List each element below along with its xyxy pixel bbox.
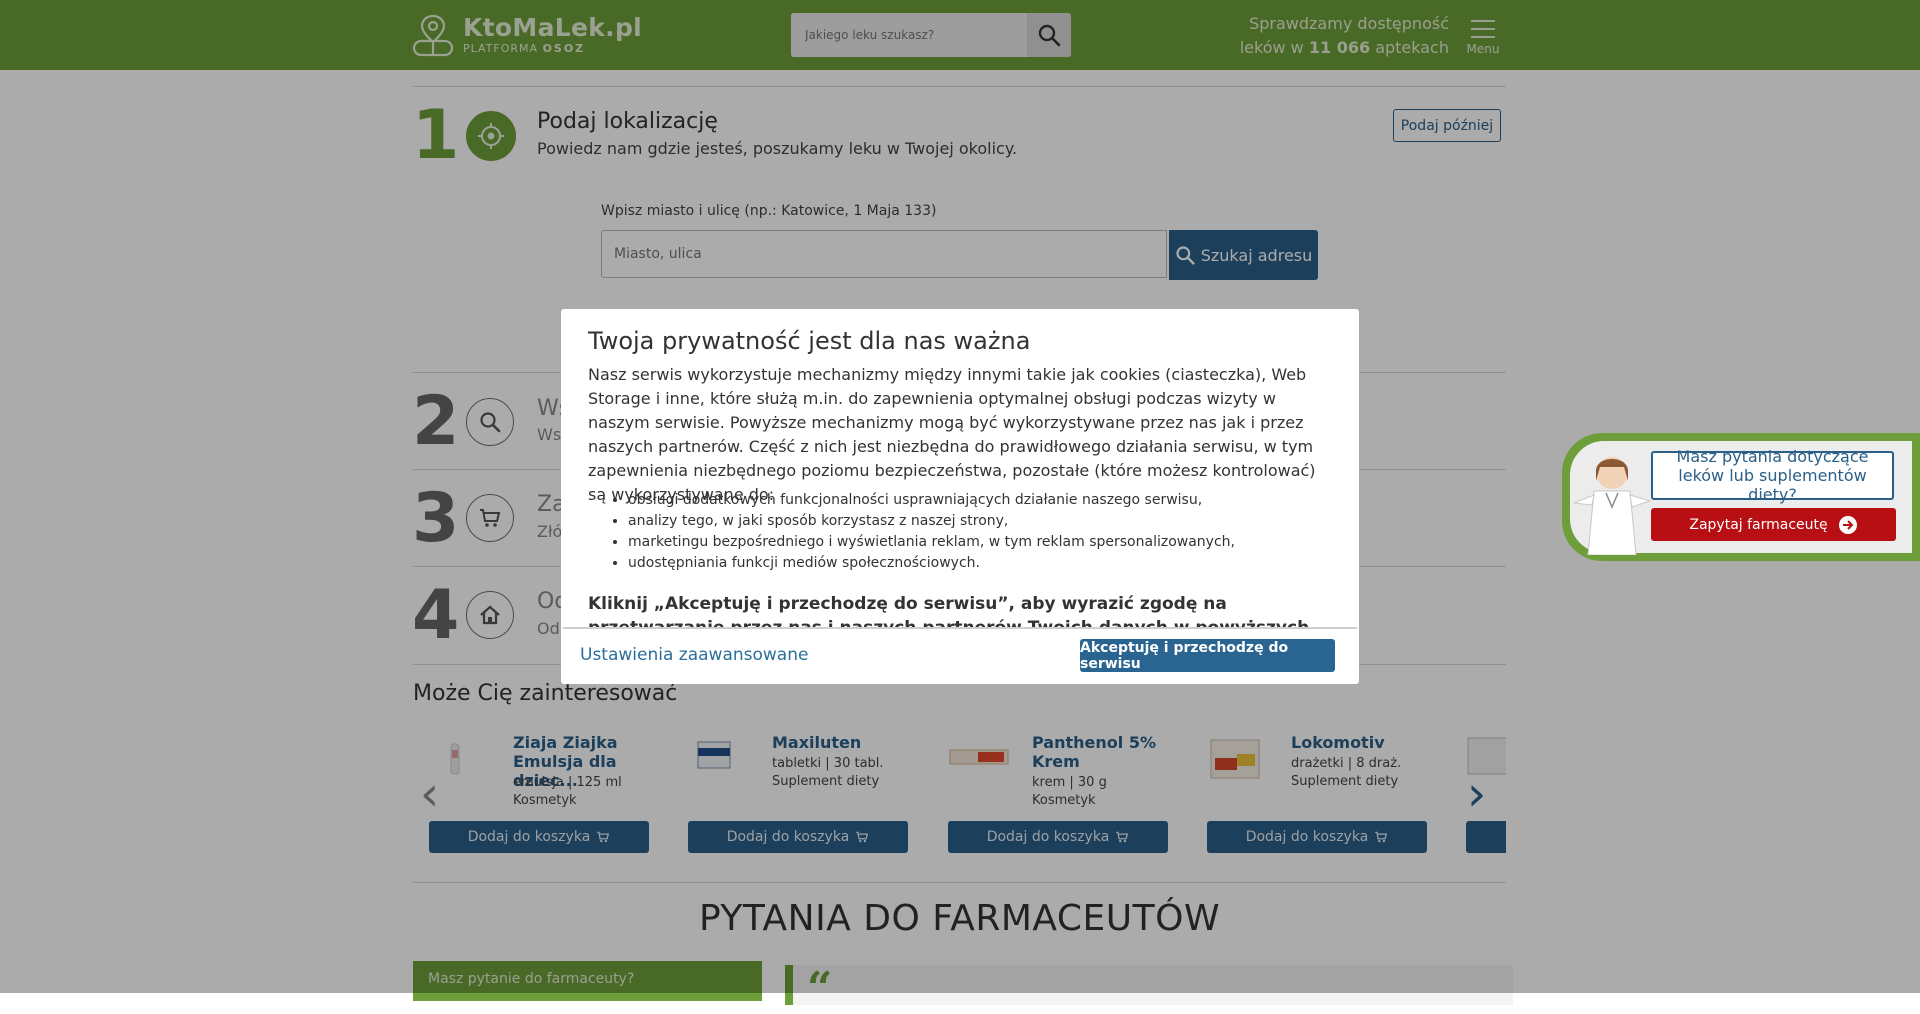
consent-purposes-list: obsługi dodatkowych funkcjonalności uspr… bbox=[588, 490, 1328, 574]
list-item: marketingu bezpośredniego i wyświetlania… bbox=[628, 532, 1328, 553]
modal-body-text: Nasz serwis wykorzystuje mechanizmy międ… bbox=[588, 365, 1316, 504]
ask-pharmacist-label: Zapytaj farmaceutę bbox=[1689, 516, 1828, 533]
widget-question[interactable]: Masz pytania dotyczące leków lub supleme… bbox=[1651, 447, 1894, 504]
modal-divider bbox=[563, 627, 1357, 629]
list-item: udostępniania funkcji mediów społecznośc… bbox=[628, 553, 1328, 574]
ask-pharmacist-button[interactable]: Zapytaj farmaceutę bbox=[1651, 508, 1896, 541]
accept-consent-button[interactable]: Akceptuję i przechodzę do serwisu bbox=[1080, 639, 1335, 672]
privacy-consent-modal: Twoja prywatność jest dla nas ważna Nasz… bbox=[561, 309, 1359, 684]
consent-instruction: Kliknij „Akceptuję i przechodzę do serwi… bbox=[588, 594, 1309, 627]
arrow-right-circle-icon bbox=[1838, 515, 1857, 534]
modal-title: Twoja prywatność jest dla nas ważna bbox=[588, 327, 1031, 355]
page: KtoMaLek.pl PLATFORMA OSOZ Sprawdzamy do… bbox=[0, 0, 1920, 1011]
list-item: analizy tego, w jaki sposób korzystasz z… bbox=[628, 511, 1328, 532]
advanced-settings-link[interactable]: Ustawienia zaawansowane bbox=[580, 645, 808, 665]
list-item: obsługi dodatkowych funkcjonalności uspr… bbox=[628, 490, 1328, 511]
pharmacist-avatar-icon bbox=[1573, 457, 1652, 555]
